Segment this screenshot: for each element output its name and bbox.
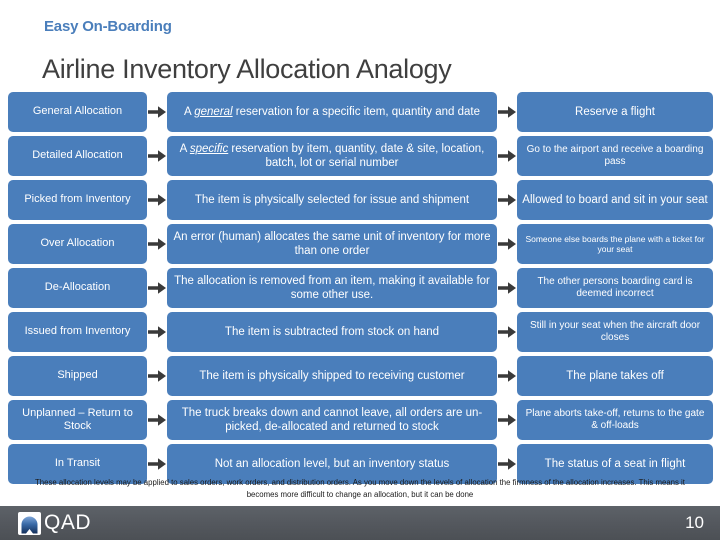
qad-logo-text: QAD [44,511,92,534]
allocation-level-cell[interactable]: Unplanned – Return to Stock [8,400,147,440]
arrow-right-icon [497,312,517,352]
allocation-level-cell[interactable]: Picked from Inventory [8,180,147,220]
arrow-right-icon [147,356,167,396]
footnote-text: These allocation levels may be applied t… [35,478,685,500]
matrix-row: General Allocation A general reservation … [8,92,714,132]
definition-cell[interactable]: The truck breaks down and cannot leave, … [167,400,497,440]
arrow-right-icon [147,268,167,308]
page-number: 10 [685,513,704,532]
arrow-right-icon [497,136,517,176]
arrow-right-icon [497,356,517,396]
analogy-cell[interactable]: Someone else boards the plane with a tic… [517,224,713,264]
matrix-row: Shipped The item is physically shipped to… [8,356,714,396]
allocation-level-cell[interactable]: Over Allocation [8,224,147,264]
arrow-right-icon [147,180,167,220]
matrix-row: De-Allocation The allocation is removed f… [8,268,714,308]
analogy-cell[interactable]: Still in your seat when the aircraft doo… [517,312,713,352]
matrix-row: Issued from Inventory The item is subtrac… [8,312,714,352]
definition-cell[interactable]: The allocation is removed from an item, … [167,268,497,308]
analogy-cell[interactable]: Allowed to board and sit in your seat [517,180,713,220]
arrow-right-icon [497,224,517,264]
allocation-level-cell[interactable]: Detailed Allocation [8,136,147,176]
definition-emphasis: general [194,105,233,118]
definition-suffix: reservation for a specific item, quantit… [232,105,480,118]
footer-bar: QAD 10 [0,506,720,540]
arrow-right-icon [147,92,167,132]
definition-prefix: A [184,105,195,118]
definition-prefix: A [179,142,190,155]
arrow-right-icon [147,136,167,176]
definition-text: A general reservation for a specific ite… [184,105,480,119]
allocation-level-cell[interactable]: Issued from Inventory [8,312,147,352]
matrix-row: Picked from Inventory The item is physica… [8,180,714,220]
definition-suffix: reservation by item, quantity, date & si… [228,142,485,169]
arrow-right-icon [147,400,167,440]
analogy-cell[interactable]: Go to the airport and receive a boarding… [517,136,713,176]
arrow-right-icon [147,224,167,264]
definition-cell[interactable]: The item is physically shipped to receiv… [167,356,497,396]
analogy-cell[interactable]: The other persons boarding card is deeme… [517,268,713,308]
definition-cell[interactable]: An error (human) allocates the same unit… [167,224,497,264]
arrow-right-icon [497,268,517,308]
matrix-row: Over Allocation An error (human) allocate… [8,224,714,264]
definition-text: A specific reservation by item, quantity… [172,142,492,170]
analogy-cell[interactable]: Reserve a flight [517,92,713,132]
matrix-row: Detailed Allocation A specific reservatio… [8,136,714,176]
page-title: Airline Inventory Allocation Analogy [42,54,452,84]
allocation-level-cell[interactable]: De-Allocation [8,268,147,308]
arrow-right-icon [497,400,517,440]
definition-cell[interactable]: A specific reservation by item, quantity… [167,136,497,176]
slide-kicker: Easy On-Boarding [44,18,172,35]
arrow-right-icon [497,92,517,132]
definition-cell[interactable]: The item is subtracted from stock on han… [167,312,497,352]
definition-cell[interactable]: A general reservation for a specific ite… [167,92,497,132]
allocation-level-cell[interactable]: General Allocation [8,92,147,132]
qad-logo: QAD [18,511,91,535]
matrix-row: Unplanned – Return to Stock The truck bre… [8,400,714,440]
definition-cell[interactable]: The item is physically selected for issu… [167,180,497,220]
allocation-level-cell[interactable]: Shipped [8,356,147,396]
arrow-right-icon [147,312,167,352]
definition-emphasis: specific [189,142,229,155]
analogy-cell[interactable]: The plane takes off [517,356,713,396]
allocation-analogy-matrix: General Allocation A general reservation … [8,92,714,488]
qad-arch-icon [18,511,41,535]
arrow-right-icon [497,180,517,220]
analogy-cell[interactable]: Plane aborts take-off, returns to the ga… [517,400,713,440]
